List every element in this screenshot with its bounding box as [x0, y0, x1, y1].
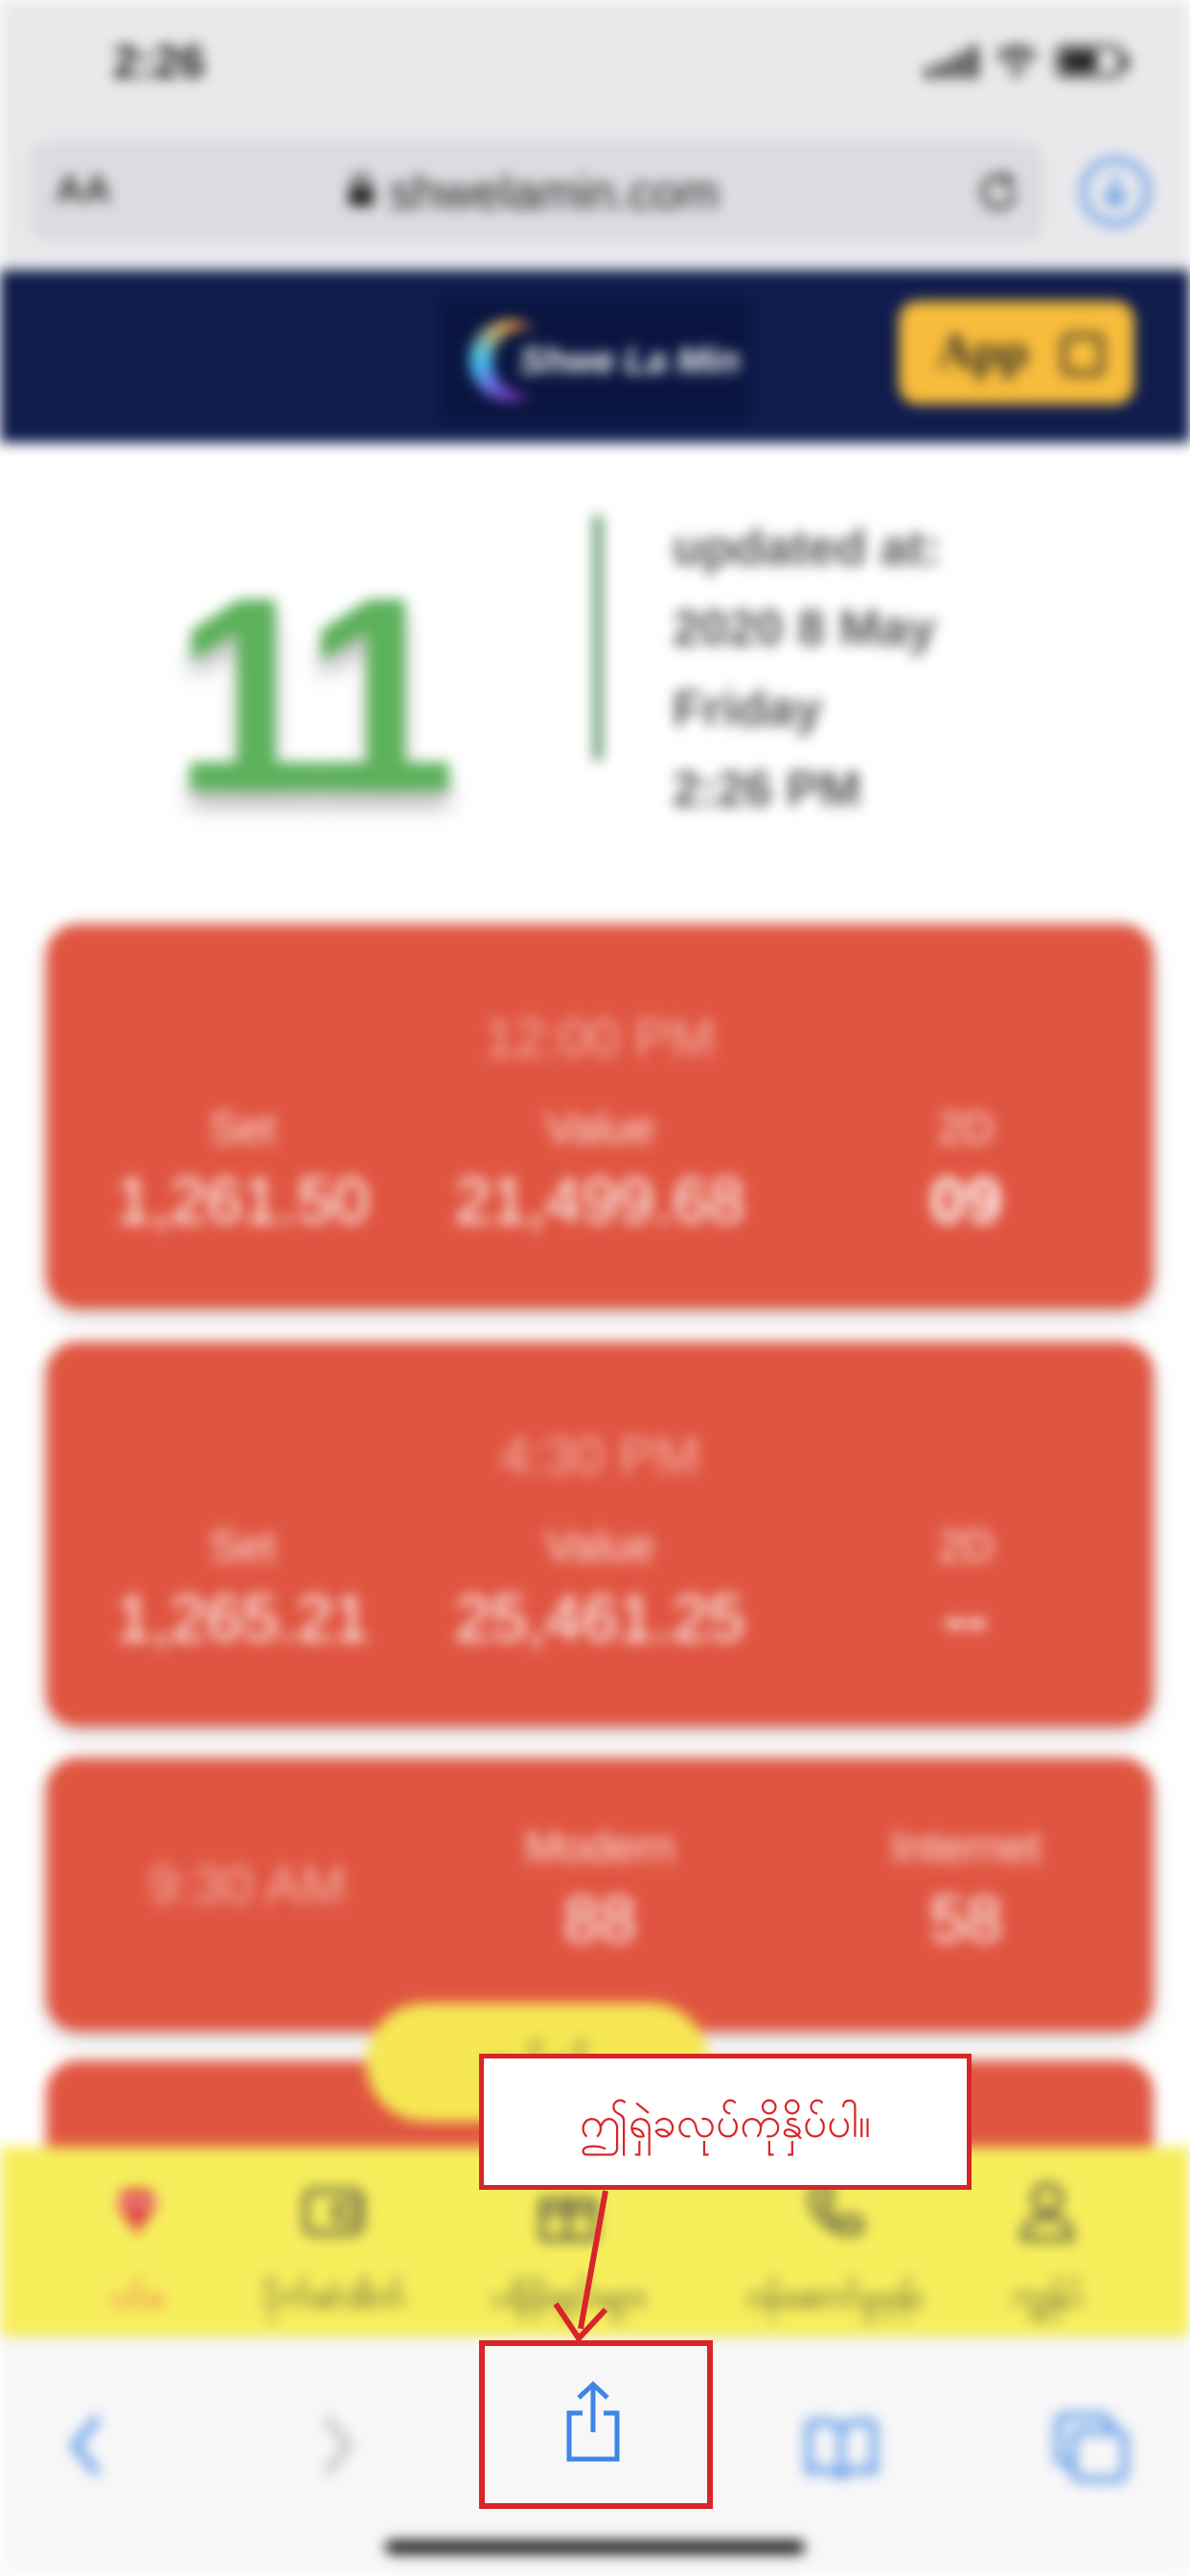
updated-date: 2020 8 May [673, 601, 936, 656]
callout-arrow [553, 2190, 608, 2343]
value-label: Value [544, 1103, 655, 1153]
modern-column: Modern 88 [427, 1821, 772, 1957]
2d-value: 09 [929, 1164, 1002, 1237]
lock-icon [349, 173, 374, 206]
nav-item-service-phone[interactable]: ဝန်ဆောင်မှုဖုန်း [724, 2175, 945, 2323]
card-time: 9:30 AM [149, 1854, 346, 1915]
modern-value: 88 [563, 1883, 636, 1956]
value-value: 25,461.25 [454, 1582, 745, 1655]
result-card-noon: 12:00 PM Set 1,261.50 Value 21,499.68 2D… [46, 924, 1154, 1309]
downloads-button[interactable] [1081, 157, 1150, 226]
result-card-modern-internet: 9:30 AM Modern 88 Internet 58 [46, 1758, 1154, 2032]
card-time: 12:00 PM [485, 1007, 715, 1068]
set-value: 1,261.50 [115, 1164, 370, 1237]
internet-column: Internet 58 [793, 1821, 1138, 1957]
logo-text: Shwe La Min [519, 341, 741, 381]
current-2d-number: 11 [172, 540, 457, 850]
app-button-label: App [937, 325, 1029, 380]
card-time: 4:30 PM [499, 1425, 700, 1485]
browser-chrome: 2:26 AA shwelamin.com [0, 0, 1190, 270]
updated-info: updated at: 2020 8 May Friday 2:26 PM [673, 508, 941, 830]
reader-aa-button[interactable]: AA [56, 169, 111, 212]
signal-icon [926, 44, 977, 79]
share-highlight-box [479, 2340, 713, 2509]
download-arrow-icon [1102, 175, 1129, 208]
callout-text: ဤရှဲခလုပ်ကိုနှိပ်ပါ။ [580, 2099, 871, 2148]
wifi-icon [995, 45, 1038, 77]
updated-day: Friday [673, 681, 823, 737]
value-value: 21,499.68 [454, 1164, 745, 1237]
internet-value: 58 [929, 1883, 1002, 1956]
modern-label: Modern [525, 1822, 675, 1872]
address-bar[interactable]: AA shwelamin.com [29, 140, 1044, 242]
result-card-evening: 4:30 PM Set 1,265.21 Value 25,461.25 2D … [46, 1342, 1154, 1727]
2d-column: 2D -- [793, 1520, 1138, 1656]
set-value: 1,265.21 [115, 1582, 370, 1655]
app-download-icon [1062, 334, 1104, 376]
bookmarks-icon[interactable] [805, 2416, 878, 2479]
site-logo[interactable]: Shwe La Min [441, 299, 749, 420]
wallet-icon [303, 2188, 364, 2236]
forward-icon[interactable] [312, 2412, 360, 2479]
set-column: Set 1,265.21 [70, 1520, 415, 1656]
app-download-button[interactable]: App [899, 301, 1134, 404]
tabs-icon[interactable] [1054, 2412, 1131, 2485]
url-text[interactable]: shwelamin.com [389, 165, 720, 220]
2d-label: 2D [937, 1521, 995, 1571]
value-label: Value [544, 1521, 655, 1571]
status-time: 2:26 [113, 37, 206, 88]
vertical-divider [594, 516, 602, 761]
updated-label: updated at: [673, 520, 942, 576]
status-icons [926, 44, 1129, 79]
internet-label: Internet [891, 1822, 1041, 1872]
nav-label: ဝန်ဆောင်မှုဖုန်း [745, 2278, 924, 2314]
2d-label: 2D [937, 1103, 995, 1153]
nav-label: ပိုက်ဆံအိတ် [262, 2278, 405, 2314]
value-column: Value 21,499.68 [427, 1102, 772, 1238]
back-icon[interactable] [63, 2412, 111, 2479]
home-indicator [385, 2541, 805, 2554]
nav-item-wallet[interactable]: ပိုက်ဆံအိတ် [223, 2175, 444, 2323]
updated-time: 2:26 PM [673, 762, 861, 817]
value-column: Value 25,461.25 [427, 1520, 772, 1656]
nav-label: ကျွန်ုပ် [1011, 2278, 1084, 2314]
nav-item-profile[interactable]: ကျွန်ုပ် [937, 2175, 1157, 2323]
2d-column: 2D 09 [793, 1102, 1138, 1238]
nav-item-home[interactable]: ပင်မ [27, 2175, 247, 2323]
nav-label: ပင်မ [109, 2278, 165, 2314]
set-column: Set 1,261.50 [70, 1102, 415, 1238]
2d-value: -- [944, 1582, 988, 1655]
set-label: Set [209, 1521, 276, 1571]
site-header: Shwe La Min App [0, 270, 1190, 443]
reload-icon[interactable] [973, 167, 1023, 217]
set-label: Set [209, 1103, 276, 1153]
battery-icon [1056, 45, 1129, 78]
diamond-icon [115, 2189, 159, 2235]
user-icon [1020, 2182, 1074, 2242]
instruction-callout: ဤရှဲခလုပ်ကိုနှိပ်ပါ။ [479, 2054, 972, 2190]
